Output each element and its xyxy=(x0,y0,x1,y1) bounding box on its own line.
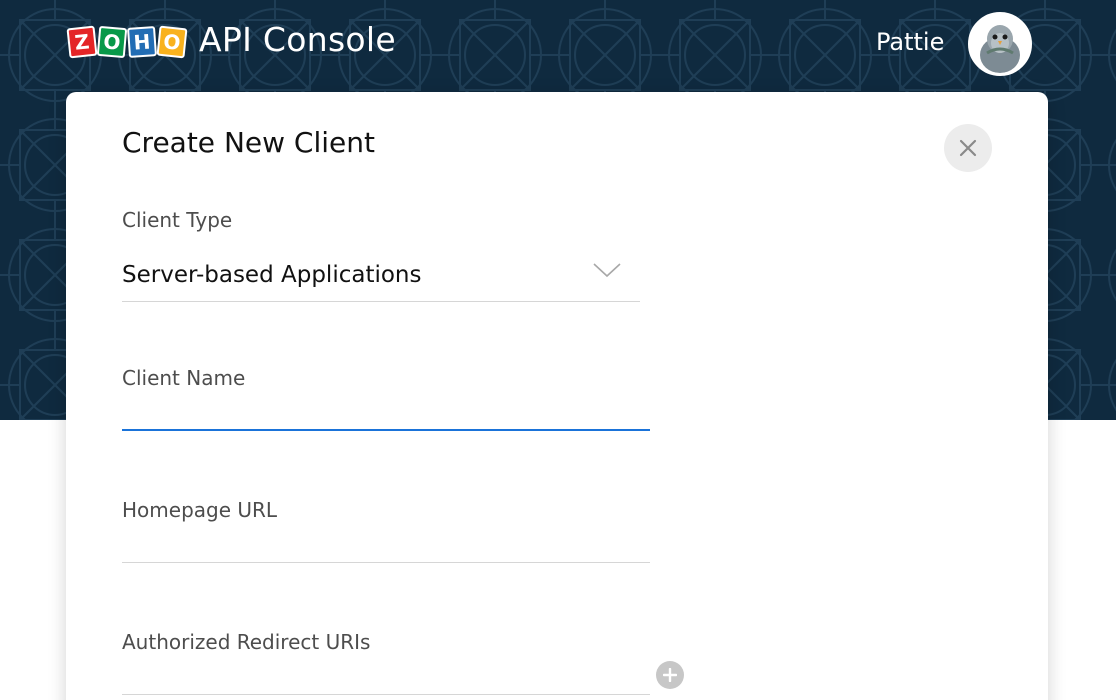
client-type-value: Server-based Applications xyxy=(122,262,422,288)
chevron-down-icon xyxy=(593,263,621,278)
top-header: Z O H O API Console Pattie xyxy=(0,0,1116,84)
close-button[interactable] xyxy=(944,124,992,172)
zoho-logo[interactable]: Z O H O xyxy=(66,22,188,62)
add-redirect-uri-button[interactable] xyxy=(656,661,684,689)
avatar[interactable] xyxy=(968,12,1032,76)
app-title: API Console xyxy=(199,20,396,59)
client-name-label: Client Name xyxy=(122,366,246,390)
redirect-uris-label: Authorized Redirect URIs xyxy=(122,630,371,654)
homepage-url-label: Homepage URL xyxy=(122,498,278,522)
client-name-input[interactable] xyxy=(122,397,650,431)
create-client-dialog: Create New Client Client Type Server-bas… xyxy=(66,92,1048,700)
dialog-title: Create New Client xyxy=(122,126,375,159)
client-type-label: Client Type xyxy=(122,208,233,232)
client-type-select[interactable]: Server-based Applications xyxy=(122,242,640,302)
logo-letter: Z xyxy=(66,25,98,59)
redirect-uri-input[interactable] xyxy=(122,661,650,695)
homepage-url-input[interactable] xyxy=(122,529,650,563)
logo-letter: H xyxy=(126,26,158,58)
close-icon xyxy=(959,139,977,157)
pigeon-avatar-icon xyxy=(971,15,1029,73)
logo-letter: O xyxy=(96,25,128,59)
logo-letter: O xyxy=(156,25,188,59)
plus-icon xyxy=(663,668,677,682)
user-name[interactable]: Pattie xyxy=(876,28,944,56)
